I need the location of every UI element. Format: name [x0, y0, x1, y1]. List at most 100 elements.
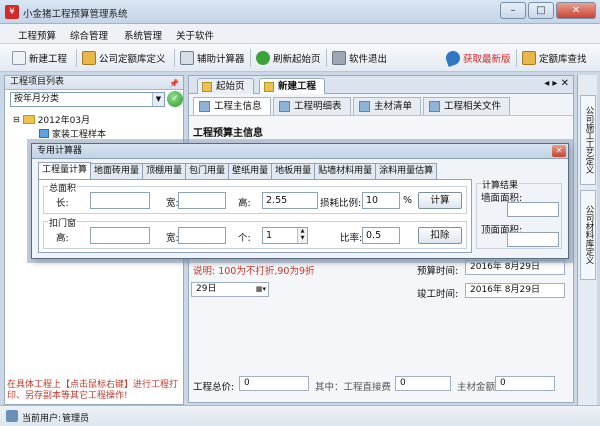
ceiling-area-output[interactable] [507, 232, 559, 247]
refresh-list-button[interactable]: ✓ [167, 91, 183, 107]
tab-quantity-calc[interactable]: 工程量计算 [38, 162, 92, 179]
tab-flooring[interactable]: 地板用量 [271, 163, 316, 179]
tab-main-info[interactable]: 工程主信息 [193, 97, 271, 115]
tab-door[interactable]: 包门用量 [185, 163, 230, 179]
tab-new-project[interactable]: 新建工程 [259, 78, 326, 94]
update-icon [444, 49, 462, 67]
calendar-icon[interactable]: ▦▾ [256, 283, 266, 296]
exit-icon [332, 51, 346, 65]
home-icon [202, 82, 212, 92]
tab-related-files[interactable]: 工程相关文件 [423, 97, 511, 115]
close-button[interactable]: ✕ [556, 2, 596, 19]
calculate-button[interactable]: 计算 [418, 192, 462, 209]
material-label: 主材金额 [457, 382, 496, 393]
current-user-label: 当前用户: [22, 414, 62, 424]
collapse-icon[interactable]: ⊟ [13, 115, 20, 124]
tree-node-sample[interactable]: 家装工程样本 [13, 126, 106, 140]
direct-cost-field[interactable]: 0 [395, 376, 451, 391]
deduct-button[interactable]: 扣除 [418, 227, 462, 244]
budget-time-field[interactable]: 2016年 8月29日 [465, 260, 565, 275]
project-sub-tabs: 工程主信息 工程明细表 主材清单 工程相关文件 [189, 94, 573, 116]
document-tabs: 起始页 新建工程 ◂ ▸ ✕ [189, 76, 573, 94]
tab-floor-tile[interactable]: 地面砖用量 [90, 163, 144, 179]
table-icon [279, 101, 290, 112]
file-icon [429, 101, 440, 112]
tab-craft-definition[interactable]: 公司施工工艺定义 [580, 95, 596, 185]
get-latest-button[interactable]: 获取最新版 [444, 49, 511, 67]
deduct-group: 扣门窗 高: 宽: 个: 1 ▲ ▼ 比率: 0.5 扣除 [43, 216, 467, 249]
project-list-header: 工程项目列表 📌 [5, 76, 183, 90]
search-book-icon [522, 51, 536, 65]
door-width-input[interactable] [178, 227, 226, 244]
calculator-icon [180, 51, 194, 65]
grouping-select[interactable]: 按年月分类 ▼ [10, 92, 165, 107]
tab-wallpaper[interactable]: 壁纸用量 [228, 163, 273, 179]
completion-time-field[interactable]: 2016年 8月29日 [465, 283, 565, 298]
total-label: 工程总价: [193, 382, 235, 393]
toolbar: 新建工程 公司定额库定义 辅助计算器 刷新起始页 软件退出 获取最新版 定额库查… [0, 44, 600, 72]
loss-ratio-input[interactable]: 10 [362, 192, 400, 209]
new-document-icon [12, 51, 26, 65]
menu-system[interactable]: 系统管理 [124, 28, 162, 42]
width-input[interactable] [178, 192, 226, 209]
tab-detail-list[interactable]: 工程明细表 [273, 97, 351, 115]
tab-start-page[interactable]: 起始页 [197, 78, 254, 94]
quota-lookup-button[interactable]: 定额库查找 [522, 49, 587, 67]
window-title: 小金猪工程预算管理系统 [23, 9, 128, 20]
current-user: 管理员 [62, 414, 90, 424]
book-icon [82, 51, 96, 65]
count-stepper[interactable]: 1 ▲ ▼ [262, 227, 308, 244]
menu-about[interactable]: 关于软件 [176, 28, 214, 42]
pin-icon[interactable]: 📌 [169, 77, 179, 90]
chevron-down-icon[interactable]: ▼ [152, 93, 164, 106]
list-icon [359, 101, 370, 112]
user-icon [6, 410, 18, 422]
new-project-button[interactable]: 新建工程 [12, 49, 67, 67]
refresh-icon [256, 51, 270, 65]
calculator-tabs: 工程量计算 地面砖用量 顶棚用量 包门用量 壁纸用量 地板用量 贴墙材料用量 涂… [38, 162, 438, 179]
minimize-button[interactable]: – [500, 2, 526, 19]
tab-material-library[interactable]: 公司材料库定义 [580, 190, 596, 280]
budget-time-label: 预算时间: [417, 266, 459, 277]
menu-general[interactable]: 综合管理 [70, 28, 108, 42]
direct-cost-label: 其中：工程直接费 [315, 382, 392, 393]
calculator-dialog: 专用计算器 ✕ 工程量计算 地面砖用量 顶棚用量 包门用量 壁纸用量 地板用量 … [31, 143, 569, 259]
tree-node-month[interactable]: ⊟ 2012年03月 [13, 112, 106, 126]
section-title: 工程预算主信息 [193, 128, 263, 139]
spin-arrows-icon[interactable]: ▲ ▼ [297, 228, 307, 243]
calculator-body: 总面积 长: 宽: 高: 2.55 损耗比例: 10 % 计算 扣门窗 高: 宽… [38, 179, 472, 253]
tab-wall-material[interactable]: 贴墙材料用量 [314, 163, 377, 179]
window-controls: – □ ✕ [500, 2, 596, 19]
completion-label: 竣工时间: [417, 289, 459, 300]
tab-material-list[interactable]: 主材清单 [353, 97, 422, 115]
result-group: 计算结果 墙面面积: 顶面面积: [476, 178, 562, 249]
dialog-title-bar: 专用计算器 ✕ [32, 144, 568, 159]
company-quota-button[interactable]: 公司定额库定义 [82, 49, 166, 67]
tab-paint-estimate[interactable]: 涂料用量估算 [375, 163, 438, 179]
menu-project-budget[interactable]: 工程预算 [18, 28, 56, 42]
material-field[interactable]: 0 [495, 376, 555, 391]
exit-button[interactable]: 软件退出 [332, 49, 387, 67]
total-field[interactable]: 0 [239, 376, 309, 391]
dialog-close-button[interactable]: ✕ [552, 145, 566, 157]
wall-area-output[interactable] [507, 202, 559, 217]
ratio-input[interactable]: 0.5 [362, 227, 400, 244]
calculator-button[interactable]: 辅助计算器 [180, 49, 245, 67]
refresh-home-button[interactable]: 刷新起始页 [256, 49, 321, 67]
app-icon: ¥ [5, 5, 19, 19]
date-picker[interactable]: 29日 ▦▾ [191, 282, 269, 297]
menu-bar: 工程预算 综合管理 系统管理 关于软件 [0, 24, 600, 44]
right-click-hint: 在具体工程上【点击鼠标右键】进行工程打印、另存副本等其它工程操作! [7, 380, 179, 401]
door-height-input[interactable] [90, 227, 150, 244]
discount-note: 说明: 100为不打折,90为9折 [193, 266, 315, 277]
document-icon [264, 82, 274, 92]
height-input[interactable]: 2.55 [262, 192, 318, 209]
status-bar: 当前用户: 管理员 [0, 405, 600, 426]
length-input[interactable] [90, 192, 150, 209]
total-area-group: 总面积 长: 宽: 高: 2.55 损耗比例: 10 % 计算 [43, 181, 467, 214]
maximize-button[interactable]: □ [528, 2, 554, 19]
tab-nav-controls[interactable]: ◂ ▸ ✕ [544, 78, 569, 89]
tab-ceiling[interactable]: 顶棚用量 [142, 163, 187, 179]
title-bar: ¥ 小金猪工程预算管理系统 – □ ✕ [0, 0, 600, 24]
info-icon [199, 101, 210, 112]
